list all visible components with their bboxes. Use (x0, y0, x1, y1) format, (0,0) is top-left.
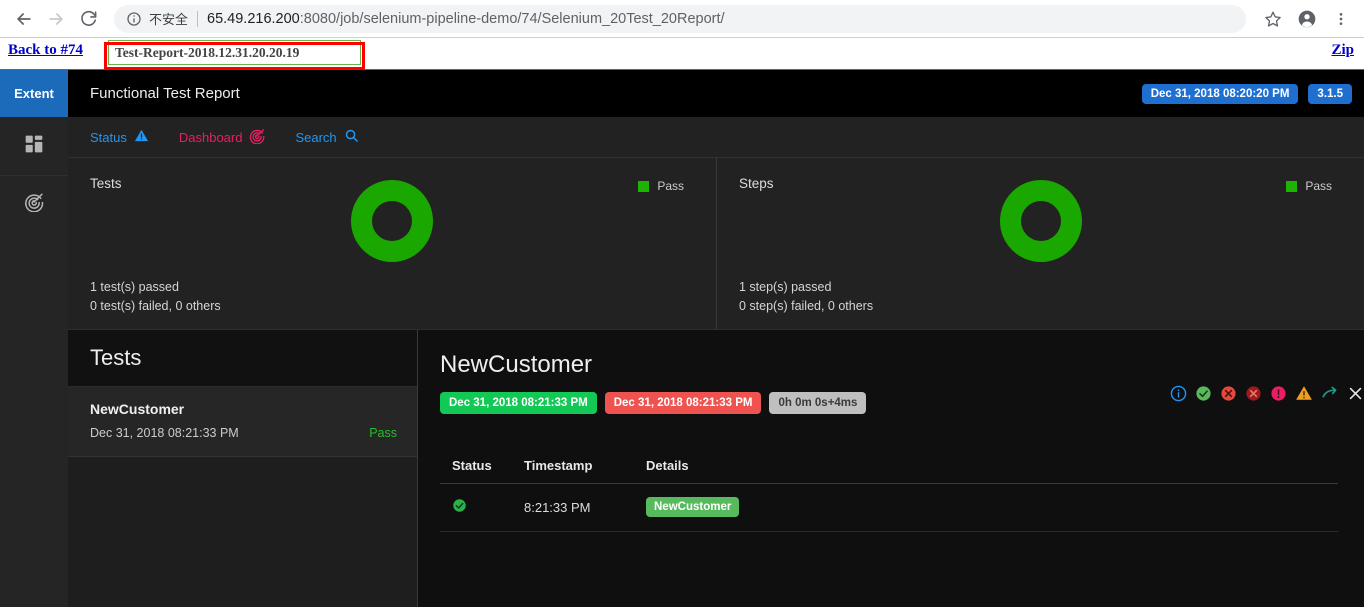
omnibox-divider (197, 10, 199, 27)
main-column: Functional Test Report Dec 31, 2018 08:2… (68, 70, 1364, 607)
app-header: Functional Test Report Dec 31, 2018 08:2… (68, 70, 1364, 117)
tab-dashboard[interactable]: Dashboard (179, 128, 266, 147)
url-host: 65.49.216.200 (207, 10, 300, 27)
reload-icon[interactable] (72, 3, 104, 35)
error-circle-icon[interactable] (1245, 385, 1262, 402)
steps-passed-count: 1 step(s) passed (739, 280, 832, 294)
tests-donut-chart (68, 180, 716, 262)
sidebar-item-dashboard[interactable] (0, 117, 68, 175)
tests-summary-card: Tests Pass 1 test(s) passed 0 test(s) fa… (68, 158, 716, 329)
tests-list-filler (68, 457, 417, 607)
test-item-timestamp: Dec 31, 2018 08:21:33 PM (90, 426, 239, 440)
details-chip: NewCustomer (646, 497, 740, 517)
steps-summary-card: Steps Pass 1 step(s) passed 0 step(s) fa… (716, 158, 1364, 329)
version-badge: 3.1.5 (1308, 83, 1352, 104)
status-badge: Pass (369, 426, 397, 440)
report-timestamp-badge: Dec 31, 2018 08:20:20 PM (1141, 83, 1299, 104)
tests-card-footer: 1 test(s) passed 0 test(s) failed, 0 oth… (90, 278, 221, 316)
tests-list-heading: Tests (90, 345, 142, 370)
cell-details: NewCustomer (634, 483, 1338, 532)
warning-triangle-icon[interactable] (1295, 384, 1313, 402)
nav-tabs: Status Dashboard Search (68, 117, 1364, 158)
search-icon (344, 128, 359, 146)
brand-logo: Extent (0, 70, 68, 117)
warning-circle-icon[interactable] (1270, 385, 1287, 402)
table-header-row: Status Timestamp Details (440, 452, 1338, 484)
column-header-timestamp: Timestamp (512, 452, 634, 484)
tab-status-label: Status (90, 129, 127, 145)
check-circle-icon[interactable] (1195, 385, 1212, 402)
browser-toolbar: 不安全 65.49.216.200:8080/job/selenium-pipe… (0, 0, 1364, 38)
sidebar-rail: Extent (0, 70, 68, 607)
fail-circle-icon[interactable] (1220, 385, 1237, 402)
star-icon[interactable] (1258, 4, 1288, 34)
steps-card-footer: 1 step(s) passed 0 step(s) failed, 0 oth… (739, 278, 873, 316)
header-badges: Dec 31, 2018 08:20:20 PM 3.1.5 (1141, 83, 1352, 104)
column-header-status: Status (440, 452, 512, 484)
back-to-build-link[interactable]: Back to #74 (8, 42, 83, 59)
steps-table: Status Timestamp Details 8:21:33 PM NewC… (440, 452, 1338, 532)
warning-triangle-icon (134, 128, 149, 146)
forward-arrow-icon[interactable] (40, 3, 72, 35)
page-title: Functional Test Report (90, 85, 240, 102)
tests-passed-count: 1 test(s) passed (90, 280, 179, 294)
three-dot-menu-icon[interactable] (1326, 4, 1356, 34)
tab-dashboard-label: Dashboard (178, 129, 243, 145)
zip-download-link[interactable]: Zip (1331, 42, 1354, 59)
account-avatar-icon[interactable] (1292, 4, 1322, 34)
info-icon[interactable] (1170, 385, 1187, 402)
report-name-label: Test-Report-2018.12.31.20.20.19 (115, 44, 300, 60)
skip-arrow-icon[interactable] (1321, 384, 1339, 402)
tests-donut-hole (372, 201, 412, 241)
test-detail-pane: NewCustomer Dec 31, 2018 08:21:33 PM Dec… (418, 330, 1364, 607)
column-header-details: Details (634, 452, 1338, 484)
url-path: :8080/job/selenium-pipeline-demo/74/Sele… (299, 10, 725, 27)
duration-badge: 0h 0m 0s+4ms (769, 392, 867, 414)
detail-status-filter-icons (1170, 384, 1364, 402)
steps-donut-chart (717, 180, 1364, 262)
security-status-label: 不安全 (149, 12, 189, 27)
start-time-badge: Dec 31, 2018 08:21:33 PM (440, 392, 597, 414)
extent-report-app: Extent Functional Test Report Dec 31, 20… (0, 70, 1364, 607)
tests-list-pane: Tests NewCustomer Dec 31, 2018 08:21:33 … (68, 330, 418, 607)
lower-split: Tests NewCustomer Dec 31, 2018 08:21:33 … (68, 330, 1364, 607)
tab-search-label: Search (295, 129, 337, 145)
test-item-name: NewCustomer (90, 401, 185, 417)
report-name-box[interactable]: Test-Report-2018.12.31.20.20.19 (108, 40, 361, 65)
sidebar-item-analysis[interactable] (0, 175, 68, 233)
browser-action-icons (1254, 4, 1356, 34)
tests-list-header: Tests (68, 330, 417, 387)
end-time-badge: Dec 31, 2018 08:21:33 PM (604, 392, 762, 414)
url-text: 65.49.216.200:8080/job/selenium-pipeline… (207, 11, 725, 27)
radar-target-icon (249, 128, 265, 147)
steps-failed-count: 0 step(s) failed, 0 others (739, 299, 874, 313)
radar-target-icon (24, 192, 44, 217)
summary-cards: Tests Pass 1 test(s) passed 0 test(s) fa… (68, 158, 1364, 330)
tab-search[interactable]: Search (295, 128, 358, 146)
check-circle-icon (452, 499, 467, 516)
tab-status[interactable]: Status (90, 128, 149, 146)
address-bar[interactable]: 不安全 65.49.216.200:8080/job/selenium-pipe… (114, 4, 1246, 33)
steps-donut-hole (1020, 201, 1061, 241)
table-row: 8:21:33 PM NewCustomer (440, 483, 1338, 532)
report-topbar: Back to #74 Test-Report-2018.12.31.20.20… (0, 38, 1364, 70)
close-icon[interactable] (1347, 385, 1364, 402)
sidebar-filler (0, 233, 68, 607)
tests-failed-count: 0 test(s) failed, 0 others (90, 299, 221, 313)
dashboard-grid-icon (24, 134, 44, 159)
site-info-icon[interactable] (126, 11, 142, 27)
list-item[interactable]: NewCustomer Dec 31, 2018 08:21:33 PM Pas… (68, 387, 417, 457)
cell-timestamp: 8:21:33 PM (512, 483, 634, 532)
cell-status (440, 483, 512, 532)
detail-title: NewCustomer (440, 351, 593, 378)
back-arrow-icon[interactable] (8, 3, 40, 35)
